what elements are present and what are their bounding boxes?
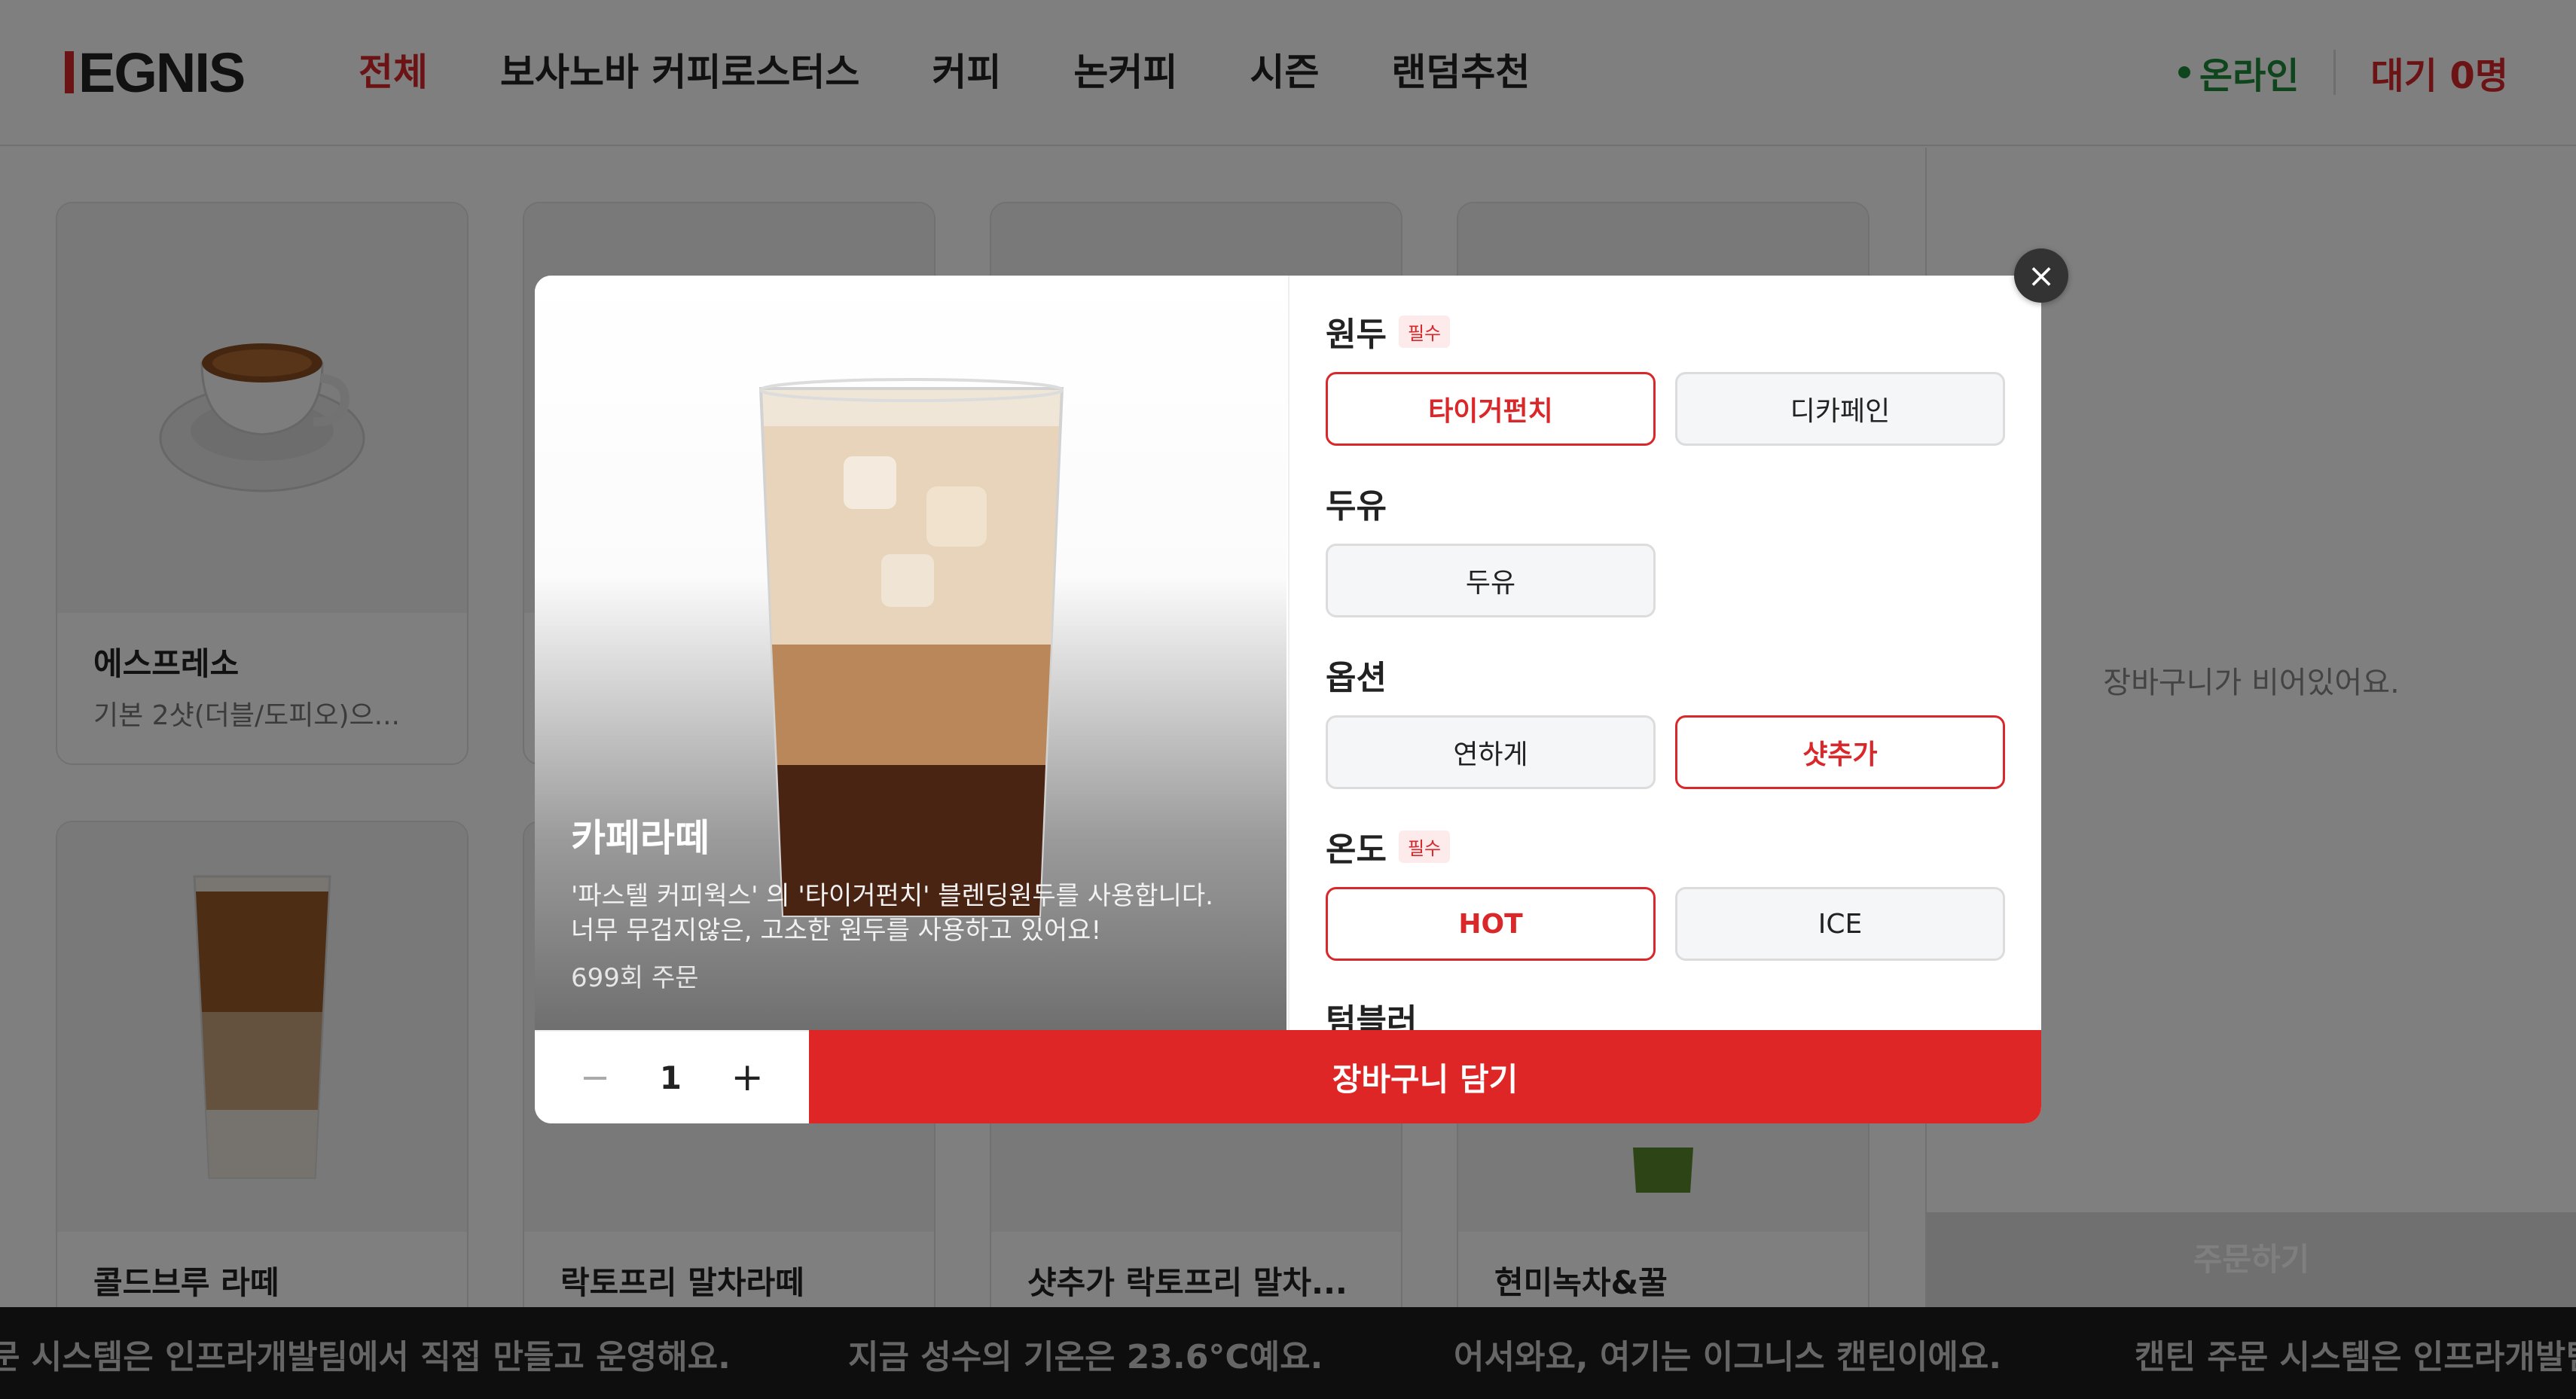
option-group-label: 두유 (1326, 487, 1387, 526)
quantity-stepper: − 1 + (535, 1030, 809, 1123)
option-group-extra: 옵션 연하게 샷추가 (1290, 651, 2041, 789)
option-group-temperature: 온도 필수 HOT ICE (1290, 822, 2041, 961)
option-group-label: 텀블러 (1326, 1002, 1418, 1030)
option-hot-button[interactable]: HOT (1326, 887, 1656, 961)
modal-order-count: 699회 주문 (571, 963, 699, 993)
option-group-soymilk: 두유 두유 (1290, 479, 1692, 617)
option-ice-button[interactable]: ICE (1675, 887, 2005, 961)
modal-product-desc-line1: '파스텔 커피웍스' 의 '타이거펀치' 블렌딩원두를 사용합니다. (571, 881, 1213, 911)
option-group-label: 옵션 (1326, 659, 1387, 697)
modal-options-panel[interactable]: 원두 필수 타이거펀치 디카페인 두유 두유 옵션 연하게 샷추가 온도 필수 … (1288, 276, 2041, 1030)
option-group-label: 온도 (1326, 831, 1387, 869)
modal-product-title: 카페라떼 (571, 816, 710, 860)
decrease-quantity-button[interactable]: − (580, 1056, 610, 1099)
option-decaf-button[interactable]: 디카페인 (1675, 372, 2005, 446)
required-badge: 필수 (1398, 830, 1451, 863)
option-row: 타이거펀치 디카페인 (1326, 372, 2005, 446)
option-tigerpunch-button[interactable]: 타이거펀치 (1326, 372, 1656, 446)
option-group-title: 온도 필수 (1326, 822, 2005, 870)
option-group-title: 원두 필수 (1326, 307, 2005, 355)
close-modal-icon[interactable]: × (2014, 248, 2068, 303)
modal-product-info: 카페라떼 '파스텔 커피웍스' 의 '타이거펀치' 블렌딩원두를 사용합니다. … (571, 808, 1256, 994)
add-to-cart-button[interactable]: 장바구니 담기 (809, 1030, 2041, 1123)
quantity-value: 1 (659, 1059, 682, 1096)
option-row: 연하게 샷추가 (1326, 715, 2005, 789)
modal-product-visual: 카페라떼 '파스텔 커피웍스' 의 '타이거펀치' 블렌딩원두를 사용합니다. … (535, 276, 1286, 1030)
option-row: 두유 (1326, 544, 1656, 617)
product-option-modal: 카페라떼 '파스텔 커피웍스' 의 '타이거펀치' 블렌딩원두를 사용합니다. … (535, 276, 2041, 1123)
modal-product-desc-line2: 너무 무겁지않은, 고소한 원두를 사용하고 있어요! (571, 916, 1102, 946)
option-group-tumbler: 텀블러 (1290, 994, 1453, 1030)
option-row: HOT ICE (1326, 887, 2005, 961)
option-group-label: 원두 (1326, 315, 1387, 354)
option-group-title: 텀블러 (1326, 994, 1417, 1030)
modal-footer: − 1 + 장바구니 담기 (535, 1030, 2041, 1123)
option-light-button[interactable]: 연하게 (1326, 715, 1656, 789)
app-root: EGNIS 전체 보사노바 커피로스터스 커피 논커피 시즌 랜덤추천 온라인 … (0, 0, 2576, 1399)
increase-quantity-button[interactable]: + (731, 1055, 764, 1100)
option-group-bean: 원두 필수 타이거펀치 디카페인 (1290, 307, 2041, 446)
option-group-title: 옵션 (1326, 651, 2005, 699)
option-soymilk-button[interactable]: 두유 (1326, 544, 1656, 617)
required-badge: 필수 (1398, 315, 1451, 348)
option-extra-shot-button[interactable]: 샷추가 (1675, 715, 2005, 789)
option-group-title: 두유 (1326, 479, 1656, 527)
